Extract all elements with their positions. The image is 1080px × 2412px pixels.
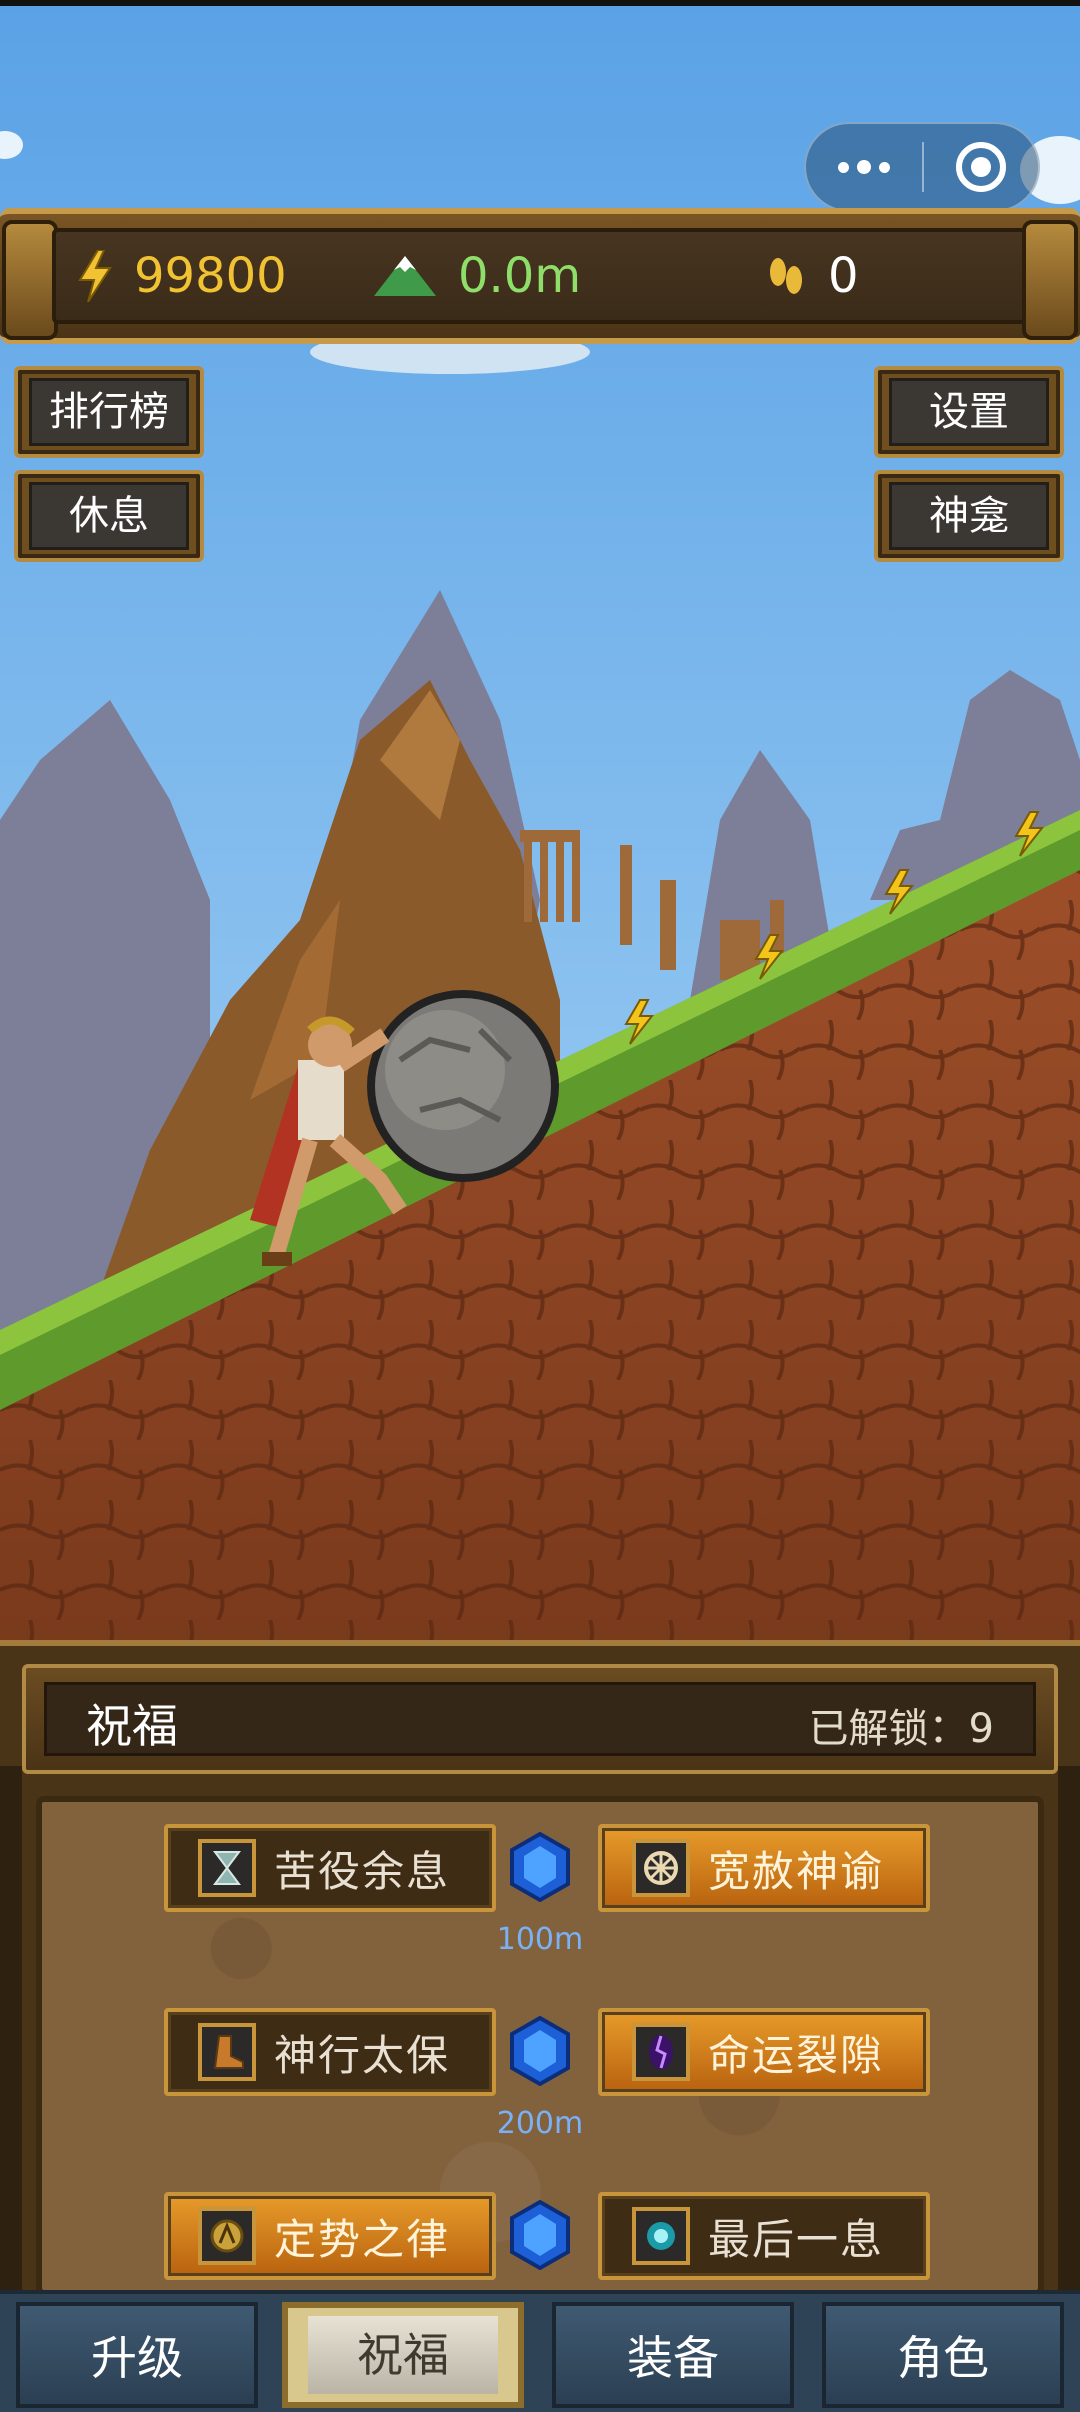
lightning-icon — [78, 250, 112, 302]
tab-upgrade[interactable]: 升级 — [16, 2302, 258, 2408]
height-stat: 0.0m — [374, 248, 581, 304]
blessing-label: 最后一息 — [708, 2214, 885, 2264]
blessing-panel: 祝福 已解锁：9 苦役余息 宽赦神谕 100m 神行太保 命运裂隙 200m 定… — [0, 1640, 1080, 2306]
tab-character[interactable]: 角色 — [822, 2302, 1064, 2408]
settings-label: 设置 — [889, 378, 1049, 446]
blessing-pardon-oracle[interactable]: 宽赦神谕 — [598, 1824, 930, 1912]
blessing-law-of-stability[interactable]: 定势之律 — [164, 2192, 496, 2280]
height-value: 0.0m — [458, 248, 582, 304]
shrine-button[interactable]: 神龛 — [874, 470, 1064, 562]
energy-stat: 99800 — [78, 248, 287, 304]
panel-frame-right — [1058, 1766, 1080, 2306]
miniprogram-menu-capsule — [804, 122, 1040, 212]
close-miniprogram-button[interactable] — [924, 124, 1038, 210]
rest-button[interactable]: 休息 — [14, 470, 204, 562]
mountain-icon — [374, 256, 436, 296]
blessing-fate-rift[interactable]: 命运裂隙 — [598, 2008, 930, 2096]
unlock-distance: 200m — [496, 2106, 584, 2141]
steps-value: 0 — [828, 248, 859, 304]
unlocked-count: 已解锁：9 — [808, 1706, 994, 1752]
boot-icon — [198, 2023, 256, 2081]
panel-header: 祝福 已解锁：9 — [22, 1664, 1058, 1774]
blessing-toil-rest[interactable]: 苦役余息 — [164, 1824, 496, 1912]
blessing-swift-walker[interactable]: 神行太保 — [164, 2008, 496, 2096]
resource-bar-inner: 99800 0.0m 0 — [52, 228, 1028, 324]
compass-icon — [198, 2207, 256, 2265]
spirit-icon — [632, 2207, 690, 2265]
gem-connector-icon — [510, 2015, 570, 2087]
target-circle-icon — [955, 142, 1006, 192]
blessing-label: 命运裂隙 — [708, 2030, 885, 2080]
leaderboard-button[interactable]: 排行榜 — [14, 366, 204, 458]
tab-blessing[interactable]: 祝福 — [282, 2302, 524, 2408]
rift-icon — [632, 2023, 690, 2081]
footprints-icon — [766, 254, 806, 298]
shrine-label: 神龛 — [889, 482, 1049, 550]
settings-button[interactable]: 设置 — [874, 366, 1064, 458]
steps-stat: 0 — [766, 248, 859, 304]
energy-value: 99800 — [134, 248, 287, 304]
blessing-tree: 苦役余息 宽赦神谕 100m 神行太保 命运裂隙 200m 定势之律 最后一息 — [36, 1796, 1044, 2296]
rest-label: 休息 — [29, 482, 189, 550]
panel-frame-left — [0, 1766, 22, 2306]
tab-label: 祝福 — [308, 2316, 498, 2394]
leaderboard-label: 排行榜 — [29, 378, 189, 446]
resource-bar: 99800 0.0m 0 — [0, 208, 1080, 344]
tab-label: 升级 — [91, 2331, 183, 2385]
blessing-label: 神行太保 — [274, 2030, 451, 2080]
blessing-label: 定势之律 — [274, 2214, 451, 2264]
gem-connector-icon — [510, 1831, 570, 1903]
blessing-label: 苦役余息 — [274, 1846, 451, 1896]
boulder — [367, 990, 559, 1182]
blessing-label: 宽赦神谕 — [708, 1846, 885, 1896]
unlock-distance: 100m — [496, 1922, 584, 1957]
bottom-tab-bar: 升级 祝福 装备 角色 — [0, 2290, 1080, 2412]
hourglass-icon — [198, 1839, 256, 1897]
wheel-icon — [632, 1839, 690, 1897]
more-options-button[interactable] — [806, 124, 922, 210]
tab-label: 装备 — [627, 2331, 719, 2385]
panel-title: 祝福 — [86, 1699, 178, 1753]
dot-icon — [838, 161, 849, 173]
dot-icon — [857, 160, 871, 174]
dot-icon — [879, 161, 890, 173]
blessing-last-breath[interactable]: 最后一息 — [598, 2192, 930, 2280]
gem-connector-icon — [510, 2199, 570, 2271]
tab-label: 角色 — [897, 2331, 989, 2385]
tab-equipment[interactable]: 装备 — [552, 2302, 794, 2408]
